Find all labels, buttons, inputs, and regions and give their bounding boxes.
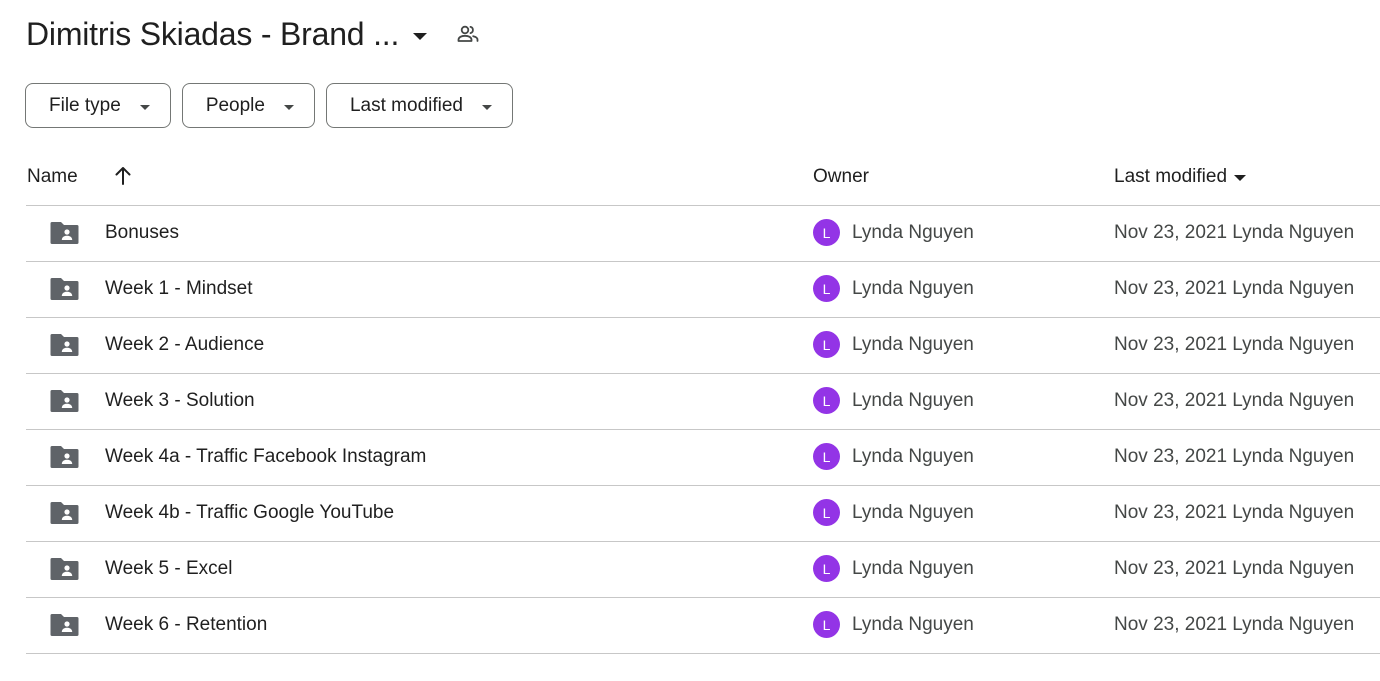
last-modified-value: Nov 23, 2021 Lynda Nguyen — [1114, 222, 1355, 243]
owner-name: Lynda Nguyen — [852, 389, 974, 411]
shared-folder-icon — [50, 278, 79, 300]
last-modified-value: Nov 23, 2021 Lynda Nguyen — [1114, 278, 1355, 299]
file-name: Week 2 - Audience — [105, 334, 265, 355]
owner-name: Lynda Nguyen — [852, 277, 974, 299]
shared-folder-icon — [50, 334, 79, 356]
last-modified-value: Nov 23, 2021 Lynda Nguyen — [1114, 558, 1355, 579]
owner-name: Lynda Nguyen — [852, 221, 974, 243]
file-name: Bonuses — [105, 222, 179, 243]
last-modified-value: Nov 23, 2021 Lynda Nguyen — [1114, 334, 1355, 355]
file-list-header: Name Owner Last modified — [26, 150, 1380, 206]
name-column-header[interactable]: Name — [27, 166, 78, 188]
owner-cell: L Lynda Nguyen — [813, 499, 974, 526]
owner-cell: L Lynda Nguyen — [813, 275, 974, 302]
owner-cell: L Lynda Nguyen — [813, 555, 974, 582]
owner-cell: L Lynda Nguyen — [813, 611, 974, 638]
owner-cell: L Lynda Nguyen — [813, 443, 974, 470]
file-list: Name Owner Last modified Bonuses L Lynda… — [26, 150, 1380, 654]
table-row[interactable]: Bonuses L Lynda Nguyen Nov 23, 2021 Lynd… — [26, 206, 1380, 262]
avatar[interactable]: L — [813, 387, 840, 414]
owner-cell: L Lynda Nguyen — [813, 219, 974, 246]
arrow-drop-down-icon — [413, 32, 428, 40]
last-modified-value: Nov 23, 2021 Lynda Nguyen — [1114, 614, 1355, 635]
last-modified-filter-label: Last modified — [349, 94, 463, 116]
owner-name: Lynda Nguyen — [852, 501, 974, 523]
people-filter-label: People — [205, 94, 265, 116]
table-row[interactable]: Week 3 - Solution L Lynda Nguyen Nov 23,… — [26, 374, 1380, 430]
file-name: Week 4a - Traffic Facebook Instagram — [105, 446, 427, 467]
table-row[interactable]: Week 4a - Traffic Facebook Instagram L L… — [26, 430, 1380, 486]
folder-title-menu[interactable]: Dimitris Skiadas - Brand ... — [26, 15, 428, 53]
chevron-down-icon — [283, 104, 294, 110]
shared-folder-icon — [50, 446, 79, 468]
avatar[interactable]: L — [813, 499, 840, 526]
avatar[interactable]: L — [813, 331, 840, 358]
table-row[interactable]: Week 2 - Audience L Lynda Nguyen Nov 23,… — [26, 318, 1380, 374]
owner-cell: L Lynda Nguyen — [813, 331, 974, 358]
filter-chips: File type People Last modified — [25, 83, 513, 128]
owner-name: Lynda Nguyen — [852, 613, 974, 635]
file-name: Week 3 - Solution — [105, 390, 255, 411]
table-row[interactable]: Week 4b - Traffic Google YouTube L Lynda… — [26, 486, 1380, 542]
file-rows: Bonuses L Lynda Nguyen Nov 23, 2021 Lynd… — [26, 206, 1380, 654]
chevron-down-icon — [482, 104, 492, 110]
shared-folder-icon — [50, 502, 79, 524]
owner-name: Lynda Nguyen — [852, 333, 974, 355]
table-row[interactable]: Week 5 - Excel L Lynda Nguyen Nov 23, 20… — [26, 542, 1380, 598]
folder-header: Dimitris Skiadas - Brand ... — [26, 12, 481, 56]
file-name: Week 6 - Retention — [105, 614, 268, 635]
shared-folder-icon — [50, 558, 79, 580]
folder-title: Dimitris Skiadas - Brand ... — [26, 15, 400, 52]
shared-folder-icon — [50, 614, 79, 636]
arrow-upward-icon[interactable] — [111, 164, 135, 188]
file-name: Week 4b - Traffic Google YouTube — [105, 502, 395, 523]
avatar[interactable]: L — [813, 443, 840, 470]
last-modified-value: Nov 23, 2021 Lynda Nguyen — [1114, 446, 1355, 467]
owner-column-label: Owner — [813, 166, 869, 187]
avatar[interactable]: L — [813, 611, 840, 638]
chevron-down-icon — [139, 104, 150, 110]
shared-folder-icon — [50, 390, 79, 412]
last-modified-column-label: Last modified — [1114, 166, 1228, 187]
file-type-filter[interactable]: File type — [25, 83, 171, 128]
people-icon[interactable] — [455, 21, 481, 47]
avatar[interactable]: L — [813, 555, 840, 582]
drive-folder-view: Dimitris Skiadas - Brand ... File type P… — [0, 0, 1380, 681]
owner-name: Lynda Nguyen — [852, 557, 974, 579]
table-row[interactable]: Week 6 - Retention L Lynda Nguyen Nov 23… — [26, 598, 1380, 654]
shared-folder-icon — [50, 222, 79, 244]
last-modified-column-header[interactable]: Last modified — [1114, 166, 1247, 188]
people-filter[interactable]: People — [181, 83, 315, 128]
table-row[interactable]: Week 1 - Mindset L Lynda Nguyen Nov 23, … — [26, 262, 1380, 318]
name-column-label: Name — [27, 166, 78, 187]
avatar[interactable]: L — [813, 275, 840, 302]
owner-cell: L Lynda Nguyen — [813, 387, 974, 414]
owner-name: Lynda Nguyen — [852, 445, 974, 467]
avatar[interactable]: L — [813, 219, 840, 246]
file-name: Week 5 - Excel — [105, 558, 233, 579]
last-modified-filter[interactable]: Last modified — [325, 83, 513, 128]
last-modified-value: Nov 23, 2021 Lynda Nguyen — [1114, 390, 1355, 411]
owner-column-header: Owner — [813, 166, 869, 188]
file-type-filter-label: File type — [49, 94, 121, 116]
last-modified-value: Nov 23, 2021 Lynda Nguyen — [1114, 502, 1355, 523]
arrow-drop-down-icon — [1234, 175, 1247, 181]
file-name: Week 1 - Mindset — [105, 278, 253, 299]
